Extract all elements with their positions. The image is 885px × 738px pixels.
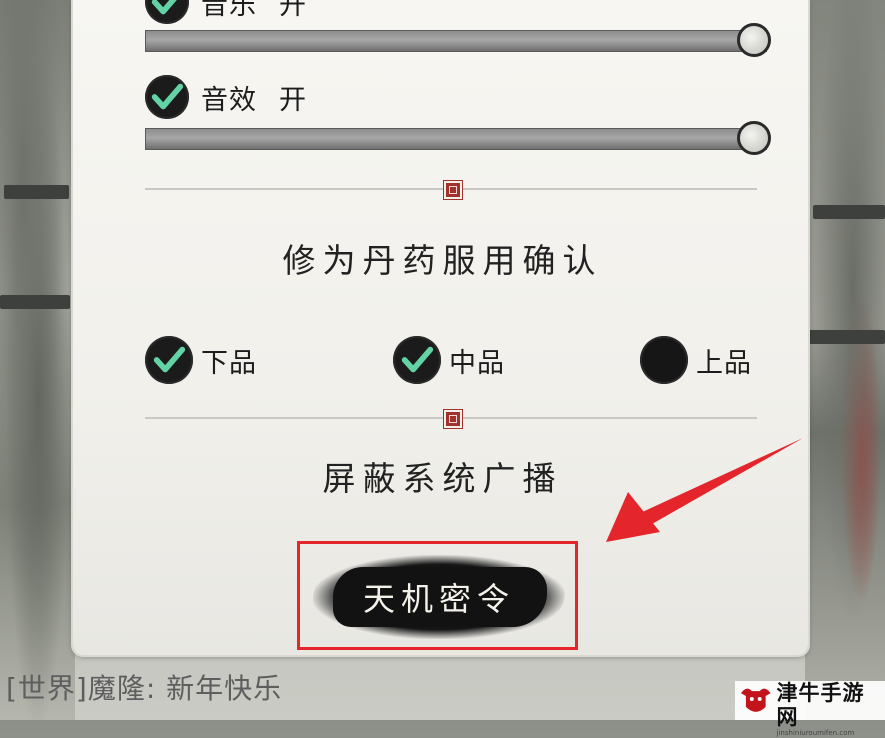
low-quality-checkbox[interactable] xyxy=(145,336,193,384)
music-toggle-row[interactable]: 音乐 开 xyxy=(145,0,306,24)
secret-code-button[interactable]: 天机密令 xyxy=(313,555,565,639)
watermark-logo: 津牛手游网 jinshiniuroumifen.com xyxy=(735,681,885,737)
sfx-volume-knob[interactable] xyxy=(737,121,771,155)
watermark-name: 津牛手游网 xyxy=(776,681,865,729)
check-icon xyxy=(151,83,184,110)
pointer-arrow-icon xyxy=(606,438,803,542)
seal-ornament xyxy=(444,181,462,199)
roof-decoration xyxy=(0,295,70,309)
quality-option-mid[interactable]: 中品 xyxy=(393,336,505,384)
check-icon xyxy=(153,346,186,373)
mid-quality-label: 中品 xyxy=(449,347,505,379)
seal-ornament xyxy=(444,410,462,428)
bull-logo-icon xyxy=(740,688,771,712)
secret-code-label: 天机密令 xyxy=(362,580,515,618)
music-label: 音乐 xyxy=(201,0,257,21)
check-icon xyxy=(401,346,434,373)
sfx-volume-slider[interactable] xyxy=(145,128,767,150)
roof-decoration xyxy=(807,330,885,344)
world-chat-message: [世界]魔隆: 新年快乐 xyxy=(6,672,283,705)
sfx-label: 音效 xyxy=(201,84,257,116)
music-checkbox[interactable] xyxy=(145,0,189,24)
music-volume-slider[interactable] xyxy=(145,30,767,52)
music-volume-knob[interactable] xyxy=(737,23,771,57)
high-quality-label: 上品 xyxy=(696,347,752,379)
roof-decoration xyxy=(4,185,69,199)
quality-option-high[interactable]: 上品 xyxy=(640,336,752,384)
low-quality-label: 下品 xyxy=(201,347,257,379)
mid-quality-checkbox[interactable] xyxy=(393,336,441,384)
sfx-toggle-row[interactable]: 音效 开 xyxy=(145,75,306,119)
background-scenery-left xyxy=(0,0,75,720)
roof-decoration xyxy=(813,205,885,219)
sfx-state: 开 xyxy=(279,84,306,116)
high-quality-checkbox[interactable] xyxy=(640,336,688,384)
pill-confirm-title: 修为丹药服用确认 xyxy=(282,241,603,280)
music-state: 开 xyxy=(279,0,306,21)
background-scenery-right xyxy=(805,0,885,720)
watermark-url: jinshiniuroumifen.com xyxy=(776,729,855,737)
check-icon xyxy=(151,0,177,15)
sfx-checkbox[interactable] xyxy=(145,75,189,119)
quality-option-low[interactable]: 下品 xyxy=(145,336,257,384)
